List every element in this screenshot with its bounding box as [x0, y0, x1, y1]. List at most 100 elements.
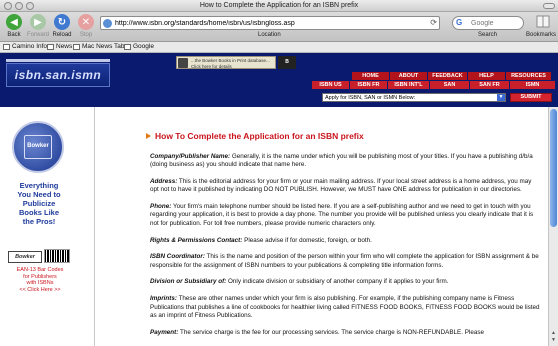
ean-line: << Click Here >> — [19, 286, 61, 293]
folder-icon — [47, 43, 54, 50]
bowker-logo[interactable]: Bowker — [8, 251, 42, 263]
bookmark-label: News — [56, 43, 73, 50]
bookmarks-icon[interactable] — [528, 14, 558, 30]
back-arrow-icon[interactable]: ◀ — [6, 14, 22, 30]
stop-label: Stop — [79, 32, 93, 38]
search-label: Search — [478, 32, 498, 38]
entry-label: Payment: — [150, 328, 179, 336]
nav-isbn-us[interactable]: ISBN US — [312, 81, 350, 89]
primary-nav: HOME ABOUT FEEDBACK HELP RESOURCES — [352, 72, 552, 80]
folder-icon — [3, 43, 10, 50]
entry-label: Division or Subsidiary of: — [150, 278, 227, 286]
select-value: Apply for ISBN, SAN or ISMN Below: — [325, 95, 416, 101]
nav-ismn[interactable]: ISMN — [510, 81, 556, 89]
google-search-icon: G — [456, 18, 463, 27]
folder-icon — [73, 43, 80, 50]
submit-button[interactable]: SUBMIT — [510, 93, 552, 102]
logo-strip — [6, 59, 110, 62]
url-input[interactable] — [115, 17, 415, 29]
entry-company-name: Company/Publisher Name: Generally, it is… — [150, 153, 540, 170]
application-select[interactable]: Apply for ISBN, SAN or ISMN Below: ▼ — [322, 93, 506, 102]
entry-address: Address: This is the editorial address f… — [150, 178, 540, 195]
field-descriptions: Company/Publisher Name: Generally, it is… — [150, 153, 540, 345]
publicize-promo-link[interactable]: Everything You Need to Publicize Books L… — [4, 181, 74, 226]
left-sidebar: Bowker Everything You Need to Publicize … — [0, 107, 95, 346]
nav-isbn-intl[interactable]: ISBN INT'L — [388, 81, 430, 89]
search-input[interactable] — [471, 17, 521, 29]
chevron-down-icon: ▼ — [497, 94, 505, 101]
entry-isbn-coordinator: ISBN Coordinator: This is the name and p… — [150, 253, 540, 270]
entry-division-subsidiary: Division or Subsidiary of: Only indicate… — [150, 278, 540, 286]
entry-label: Rights & Permissions Contact: — [150, 236, 243, 244]
nav-resources[interactable]: RESOURCES — [506, 72, 552, 80]
barcode-icon[interactable] — [44, 249, 70, 263]
bookmark-label: Camino Info — [12, 43, 48, 50]
bookmark-mac-news-tabs[interactable]: Mac News Tabs — [73, 43, 128, 50]
go-icon[interactable]: ⟳ — [430, 18, 437, 27]
entry-text: The service charge is the fee for our pr… — [178, 328, 484, 336]
entry-payment: Payment: The service charge is the fee f… — [150, 329, 540, 337]
main-content: How To Complete the Application for an I… — [96, 107, 548, 346]
bookmark-news[interactable]: News — [47, 43, 72, 50]
site-header: isbn.san.ismn ...the Bowker Books in Pri… — [0, 53, 558, 107]
location-label: Location — [258, 32, 281, 38]
entry-label: Company/Publisher Name: — [150, 153, 231, 160]
nav-about[interactable]: ABOUT — [390, 72, 428, 80]
nav-home[interactable]: HOME — [352, 72, 390, 80]
page-heading: How To Complete the Application for an I… — [146, 131, 364, 141]
promo-line: Books Like — [18, 208, 59, 217]
site-globe-icon — [103, 19, 112, 28]
forward-arrow-icon[interactable]: ▶ — [30, 14, 46, 30]
window-titlebar: How to Complete the Application for an I… — [0, 0, 558, 12]
nav-san[interactable]: SAN — [430, 81, 470, 89]
nav-san-fr[interactable]: SAN FR — [470, 81, 510, 89]
reload-icon[interactable]: ↻ — [54, 14, 70, 30]
toolbar-toggle-button[interactable] — [543, 3, 555, 9]
banner-photo — [178, 58, 188, 68]
ean-barcode-link[interactable]: EAN-13 Bar Codes for Publishers with ISB… — [4, 267, 76, 293]
promo-line: the Pros! — [22, 217, 56, 226]
promo-line: Everything — [19, 181, 59, 190]
nav-help[interactable]: HELP — [468, 72, 506, 80]
banner-text: ...the Bowker Books in Print database...… — [191, 58, 270, 69]
banner-logo[interactable]: B — [278, 56, 296, 69]
bookmark-label: Google — [133, 43, 154, 50]
badge-text: Bowker — [27, 143, 49, 149]
promo-line: You Need to — [17, 190, 61, 199]
bookmark-camino-info[interactable]: Camino Info — [3, 43, 47, 50]
entry-text: Only indicate division or subsidiary of … — [226, 278, 449, 286]
vertical-scrollbar[interactable]: ▲ ▼ — [548, 107, 558, 346]
scroll-thumb[interactable] — [550, 109, 557, 227]
entry-imprints: Imprints: These are other names under wh… — [150, 295, 540, 320]
bookmark-label: Mac News Tabs — [82, 43, 128, 50]
browser-toolbar: ◀ Back ▶ Forward ↻ Reload ✕ Stop ⟳ Locat… — [0, 12, 558, 42]
window-title: How to Complete the Application for an I… — [199, 2, 359, 9]
entry-text: These are other names under which your f… — [150, 295, 540, 319]
entry-text: Your firm's main telephone number should… — [150, 203, 534, 227]
page-title: How To Complete the Application for an I… — [155, 131, 364, 141]
site-logo[interactable]: isbn.san.ismn — [6, 63, 110, 87]
entry-text: Please advise if for domestic, foreign, … — [242, 236, 372, 244]
entry-phone: Phone: Your firm's main telephone number… — [150, 203, 540, 228]
stop-icon[interactable]: ✕ — [78, 14, 94, 30]
entry-label: ISBN Coordinator: — [150, 253, 205, 261]
bookmarks-bar: Camino Info News Mac News Tabs Google — [0, 42, 558, 53]
entry-label: Phone: — [150, 203, 172, 211]
entry-text: This is the editorial address for your f… — [150, 178, 532, 194]
entry-label: Address: — [150, 178, 178, 186]
bookmarks-label: Bookmarks — [525, 32, 556, 38]
entry-label: Imprints: — [150, 295, 177, 303]
bookmark-google[interactable]: Google — [124, 43, 154, 50]
arrow-bullet-icon — [146, 133, 151, 139]
entry-rights-permissions: Rights & Permissions Contact: Please adv… — [150, 237, 540, 245]
page-icon — [124, 43, 131, 50]
promo-line: Publicize — [22, 199, 56, 208]
scroll-arrows-icon[interactable]: ▲ ▼ — [549, 330, 558, 344]
banner-ad[interactable]: ...the Bowker Books in Print database...… — [176, 56, 276, 69]
address-bar[interactable]: ⟳ — [100, 16, 440, 30]
nav-isbn-fr[interactable]: ISBN FR — [350, 81, 388, 89]
nav-feedback[interactable]: FEEDBACK — [428, 72, 468, 80]
bowker-badge[interactable]: Bowker — [12, 121, 64, 173]
search-field[interactable]: G — [452, 16, 524, 30]
entry-text: This is the name and position of the per… — [150, 253, 539, 269]
